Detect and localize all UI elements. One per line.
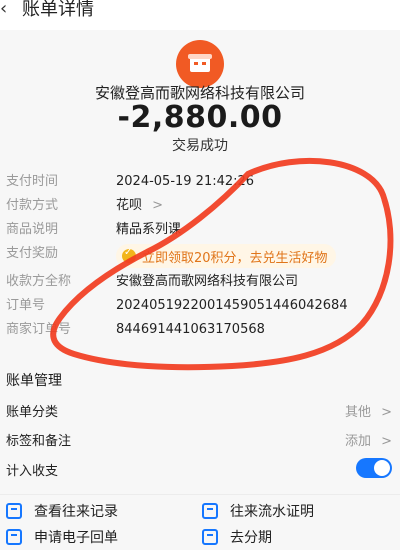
detail-label: 支付时间 <box>6 174 59 189</box>
reward-banner[interactable]: 立即领取20积分，去兑生活好物 <box>116 244 336 268</box>
include-in-budget-toggle[interactable] <box>356 458 392 478</box>
detail-value: 安徽登高而歌网络科技有限公司 <box>116 274 299 289</box>
detail-row-payment-method[interactable]: 付款方式 花呗 > <box>0 196 400 220</box>
detail-value: 2024-05-19 21:42:26 <box>116 174 255 189</box>
installment-icon <box>202 529 218 545</box>
section-title-bill-management: 账单管理 <box>6 373 62 389</box>
detail-label: 订单号 <box>6 298 46 313</box>
bill-category-row[interactable]: 账单分类 其他 > <box>0 397 400 425</box>
detail-label: 商品说明 <box>6 222 59 237</box>
page-title: 账单详情 <box>22 0 94 20</box>
merchant-logo <box>176 40 224 88</box>
setting-name: 账单分类 <box>6 405 59 420</box>
detail-value: 20240519220014590514460426​84 <box>116 298 348 313</box>
toggle-knob <box>374 460 390 476</box>
chevron-right-icon: > <box>381 405 392 420</box>
detail-row-order-number: 订单号 20240519220014590514460426​84 <box>0 296 400 320</box>
include-in-budget-row: 计入收支 <box>0 456 400 484</box>
detail-row-payment-time: 支付时间 2024-05-19 21:42:26 <box>0 172 400 196</box>
action-label: 查看往来记录 <box>34 504 118 520</box>
divider <box>0 494 400 495</box>
flow-proof-button[interactable]: 往来流水证明 <box>202 498 314 524</box>
view-records-button[interactable]: 查看往来记录 <box>6 498 118 524</box>
chevron-left-icon[interactable]: ‹ <box>0 0 16 20</box>
detail-label: 支付奖励 <box>6 246 59 261</box>
chevron-right-icon: > <box>381 434 392 449</box>
detail-row-payee: 收款方全称 安徽登高而歌网络科技有限公司 <box>0 272 400 296</box>
receipt-icon <box>6 529 22 545</box>
store-icon <box>188 54 212 72</box>
setting-value: 其他 <box>344 405 371 420</box>
detail-row-product: 商品说明 精品系列课 <box>0 220 400 244</box>
detail-value: 花呗 <box>116 198 143 213</box>
installment-button[interactable]: 去分期 <box>202 524 272 550</box>
action-label: 申请电子回单 <box>34 530 118 546</box>
record-icon <box>6 503 22 519</box>
setting-name: 计入收支 <box>6 464 59 479</box>
transaction-status: 交易成功 <box>172 138 228 154</box>
chevron-right-icon: > <box>152 198 164 213</box>
setting-name: 标签和备注 <box>6 434 72 449</box>
detail-row-merchant-order-number: 商家订单号 844691441063170568 <box>0 320 400 344</box>
detail-value: 844691441063170568 <box>116 322 265 337</box>
e-receipt-button[interactable]: 申请电子回单 <box>6 524 118 550</box>
amount: -2,880.00 <box>117 100 283 135</box>
action-label: 往来流水证明 <box>230 504 314 520</box>
tags-notes-row[interactable]: 标签和备注 添加 > <box>0 426 400 454</box>
detail-label: 收款方全称 <box>6 274 72 289</box>
certificate-icon <box>202 503 218 519</box>
detail-value: 精品系列课 <box>116 222 182 237</box>
detail-label: 商家订单号 <box>6 322 72 337</box>
coin-icon <box>122 247 136 263</box>
action-label: 去分期 <box>230 530 272 546</box>
reward-text: 立即领取20积分，去兑生活好物 <box>142 250 328 266</box>
setting-value: 添加 <box>344 434 371 449</box>
detail-label: 付款方式 <box>6 198 59 213</box>
